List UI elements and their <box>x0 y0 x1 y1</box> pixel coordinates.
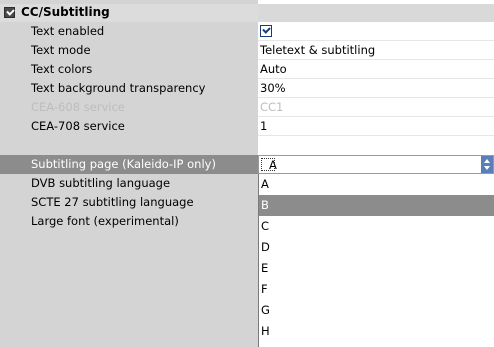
row-text-enabled[interactable]: Text enabled <box>0 22 494 41</box>
section-header[interactable]: CC/Subtitling <box>0 4 494 22</box>
collapse-checkbox-icon[interactable] <box>4 7 15 18</box>
dropdown-option[interactable]: G <box>259 300 494 321</box>
row-subtitling-page[interactable]: Subtitling page (Kaleido-IP only) A <box>0 155 494 174</box>
row-value[interactable]: Auto <box>258 60 494 79</box>
row-cea-608-service: CEA-608 service CC1 <box>0 98 494 117</box>
dropdown-option-selected[interactable]: B <box>259 195 494 216</box>
row-label: Subtitling page (Kaleido-IP only) <box>31 157 216 171</box>
empty-area <box>12 231 258 347</box>
dropdown-option[interactable]: H <box>259 321 494 342</box>
combobox-value: A <box>269 158 277 172</box>
row-label: Text colors <box>31 62 93 76</box>
row-label: DVB subtitling language <box>31 176 171 190</box>
dropdown-option[interactable]: D <box>259 237 494 258</box>
row-text-background-transparency[interactable]: Text background transparency 30% <box>0 79 494 98</box>
row-cea-708-service[interactable]: CEA-708 service 1 <box>0 117 494 136</box>
row-value[interactable]: 1 <box>258 117 494 136</box>
row-value-text: 30% <box>260 81 286 95</box>
row-label: Large font (experimental) <box>31 214 179 228</box>
row-label: CEA-708 service <box>31 119 125 133</box>
row-text-mode[interactable]: Text mode Teletext & subtitling <box>0 41 494 60</box>
row-value-text: Auto <box>260 62 287 76</box>
row-label: CEA-608 service <box>31 100 125 114</box>
properties-panel: CC/Subtitling Text enabled Text mode Tel… <box>0 0 494 347</box>
spin-arrows-icon[interactable] <box>481 156 493 173</box>
row-text-colors[interactable]: Text colors Auto <box>0 60 494 79</box>
section-header-value <box>258 4 494 22</box>
row-value[interactable]: 30% <box>258 79 494 98</box>
section-title: CC/Subtitling <box>21 5 110 19</box>
dropdown-option[interactable]: A <box>259 174 494 195</box>
row-label: Text enabled <box>31 24 105 38</box>
row-value: CC1 <box>258 98 494 117</box>
text-enabled-checkbox-icon[interactable] <box>260 25 272 37</box>
dropdown-option[interactable]: C <box>259 216 494 237</box>
row-value-text: 1 <box>260 119 268 133</box>
row-label: SCTE 27 subtitling language <box>31 195 194 209</box>
dropdown-option[interactable]: E <box>259 258 494 279</box>
subtitling-page-combobox[interactable]: A <box>258 155 494 174</box>
row-label: Text background transparency <box>31 81 206 95</box>
dropdown-option[interactable]: F <box>259 279 494 300</box>
subtitling-page-dropdown-list[interactable]: A B C D E F G H <box>258 174 494 347</box>
row-value[interactable]: Teletext & subtitling <box>258 41 494 60</box>
row-value-text: CC1 <box>260 100 284 114</box>
row-value-text: Teletext & subtitling <box>260 43 376 57</box>
row-value[interactable] <box>258 22 494 41</box>
row-label: Text mode <box>31 43 91 57</box>
